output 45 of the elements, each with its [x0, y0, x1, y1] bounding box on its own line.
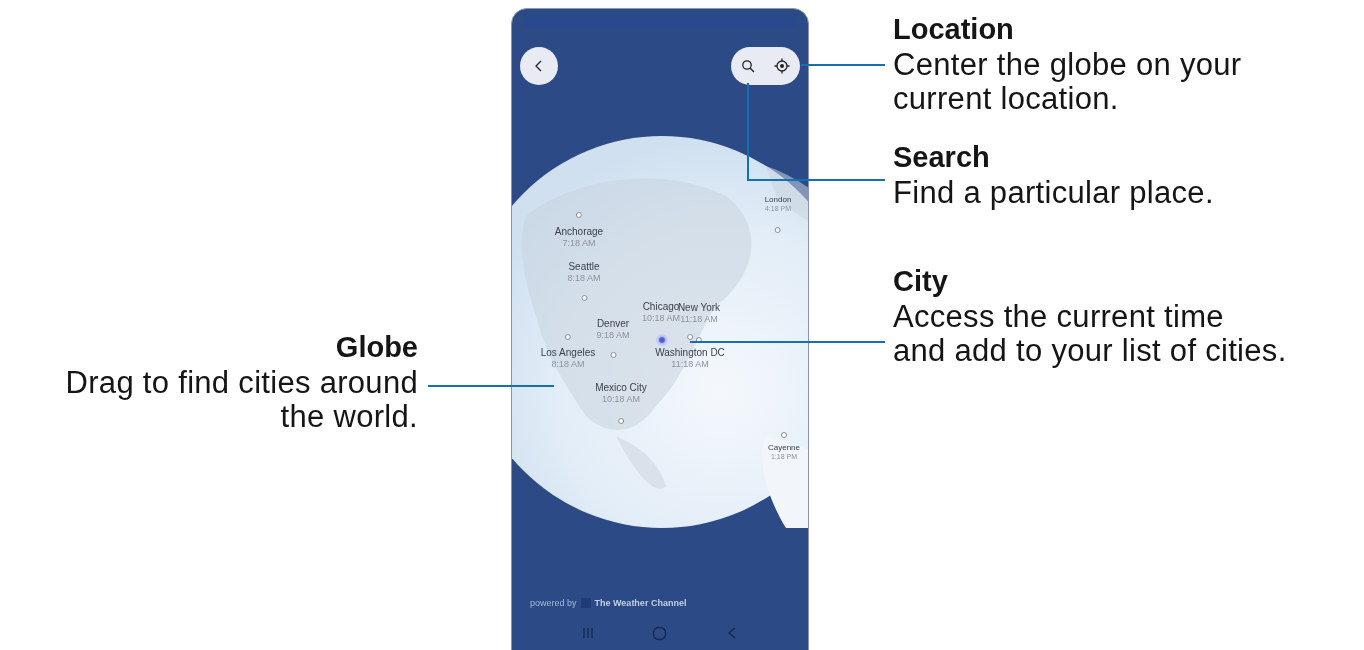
callout-title: Location — [893, 12, 1015, 46]
city-name[interactable]: Denver — [596, 318, 630, 330]
city-time: 10:18 AM — [642, 313, 680, 324]
city-name[interactable]: New York — [677, 302, 721, 314]
city-marker[interactable] — [618, 418, 624, 424]
city-marker[interactable] — [565, 334, 571, 340]
brand-name: The Weather Channel — [594, 598, 687, 608]
search-icon — [740, 59, 755, 73]
home-button[interactable] — [652, 626, 668, 641]
city-name[interactable]: Anchorage — [554, 226, 604, 238]
city-marker[interactable] — [775, 227, 781, 233]
city-name[interactable]: Mexico City — [595, 382, 647, 394]
city-name[interactable]: Seattle — [568, 261, 600, 273]
city-time: 9:18 AM — [596, 330, 630, 341]
city-time: 11:18 AM — [671, 359, 709, 370]
callout-title: Search — [893, 140, 991, 174]
city-name[interactable]: Chicago — [642, 301, 680, 313]
city-name[interactable]: Los Angeles — [540, 347, 596, 359]
callout-text: Find a particular place. — [893, 176, 1215, 210]
city-time: 8:18 AM — [551, 359, 585, 370]
back-button[interactable] — [520, 47, 558, 85]
city-name[interactable]: London — [764, 195, 792, 205]
callout-text: Center the globe on your current location. — [893, 48, 1243, 116]
location-button[interactable] — [772, 56, 793, 76]
callout-title: Globe — [334, 330, 418, 364]
city-name[interactable]: Cayenne — [768, 443, 800, 453]
city-marker[interactable] — [696, 337, 702, 343]
recent-apps-icon — [580, 626, 595, 640]
crosshair-icon — [774, 58, 791, 74]
city-name[interactable]: Washington DC — [655, 347, 725, 359]
city-time: 7:18 AM — [562, 238, 596, 249]
city-marker[interactable] — [781, 432, 787, 438]
powered-by-text: powered by — [530, 598, 577, 608]
home-icon — [652, 626, 668, 641]
city-time: 8:18 AM — [567, 273, 601, 284]
city-marker[interactable] — [581, 295, 587, 301]
city-marker[interactable] — [610, 352, 616, 358]
city-marker[interactable] — [687, 334, 693, 340]
city-marker[interactable] — [576, 212, 582, 218]
callout-title: City — [893, 264, 949, 298]
callout-text: Access the current time and add to your list of cities. — [893, 300, 1288, 368]
city-time: 10:18 AM — [602, 394, 640, 405]
callout-text: Drag to find cities around the world. — [65, 366, 418, 434]
city-time: 11:18 AM — [680, 314, 718, 325]
city-marker[interactable] — [658, 336, 666, 344]
